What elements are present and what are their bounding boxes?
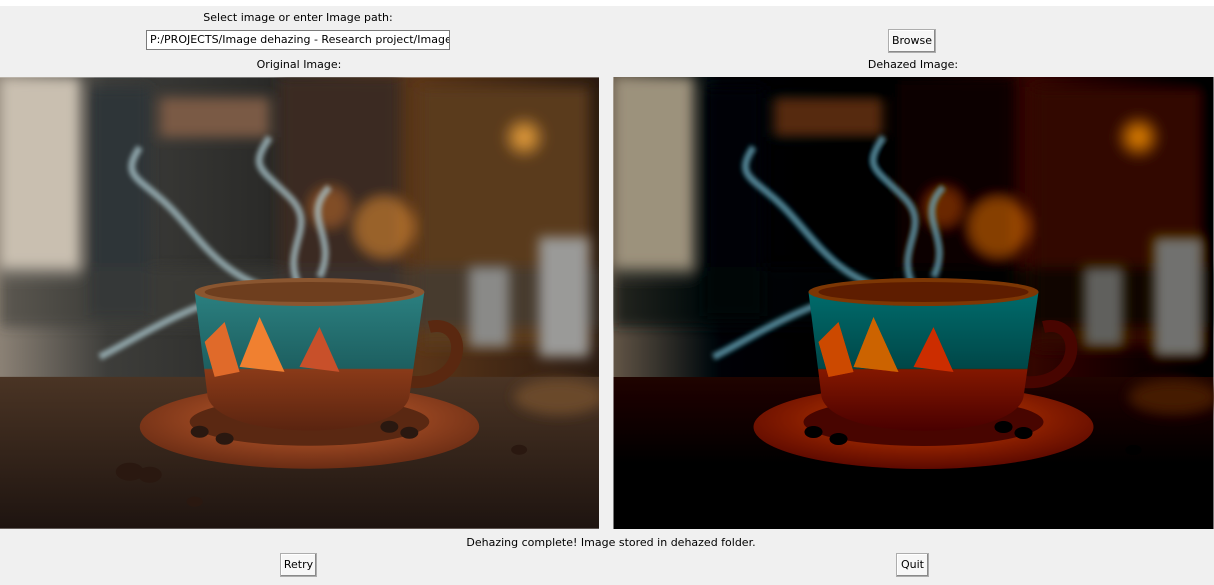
image-path-input[interactable]: P:/PROJECTS/Image dehazing - Research pr…	[146, 30, 450, 50]
original-image	[0, 77, 599, 529]
quit-button[interactable]: Quit	[896, 553, 929, 577]
dehazed-image	[613, 77, 1214, 529]
select-image-label: Select image or enter Image path:	[203, 11, 393, 24]
original-image-label: Original Image:	[256, 58, 342, 71]
status-message: Dehazing complete! Image stored in dehaz…	[466, 536, 756, 549]
retry-button[interactable]: Retry	[280, 553, 317, 577]
browse-button[interactable]: Browse	[888, 29, 936, 53]
original-coffee-scene	[0, 77, 599, 529]
dehazed-coffee-scene	[613, 77, 1214, 529]
dehazed-image-label: Dehazed Image:	[867, 58, 959, 71]
window-top-strip	[0, 0, 1214, 6]
